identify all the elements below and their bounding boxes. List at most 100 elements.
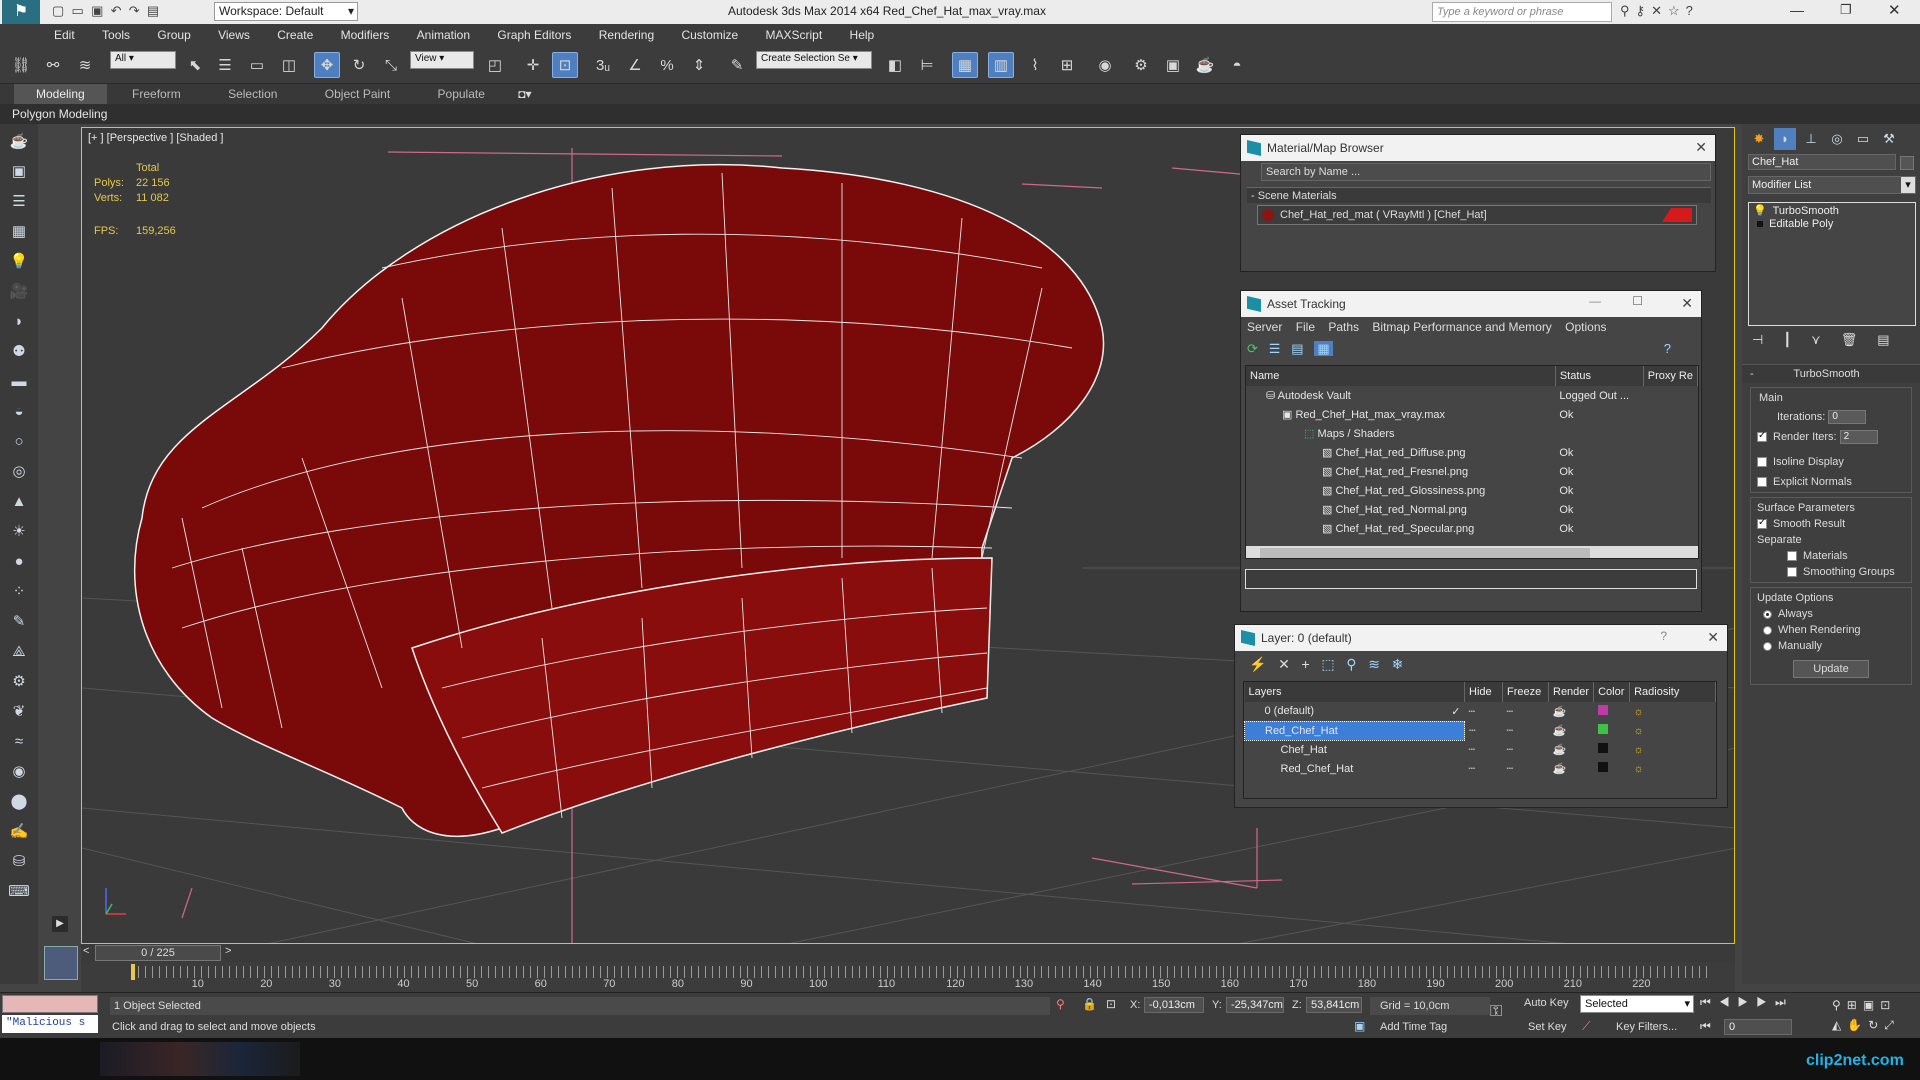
freeze-all-icon[interactable]: ❄ (1392, 656, 1404, 672)
restore-button[interactable]: ❐ (1840, 2, 1852, 18)
table-row[interactable]: ▧ Chef_Hat_red_Specular.png Ok (1246, 519, 1698, 538)
mini-curve-toggle[interactable] (44, 946, 78, 980)
curve-editor-icon[interactable]: ⌇ (1022, 52, 1048, 78)
menu-help[interactable]: Help (838, 24, 887, 46)
materials-checkbox[interactable] (1787, 551, 1797, 562)
hide-toggle[interactable]: ┄ (1465, 759, 1503, 778)
x-coordinate-field[interactable]: -0,013cm (1144, 997, 1204, 1013)
pin-stack-icon[interactable]: ⊣ (1752, 332, 1783, 347)
time-prev-button[interactable]: < (83, 945, 89, 957)
update-button[interactable]: Update (1793, 660, 1869, 678)
always-radio[interactable] (1763, 609, 1772, 619)
new-file-icon[interactable]: ▢ (52, 3, 64, 18)
script-icon[interactable]: ✍ (5, 818, 33, 844)
key-tangent-icon[interactable]: ⟋ (1582, 1019, 1590, 1034)
layer-color-swatch[interactable] (1597, 743, 1608, 753)
stack-item-editable-poly[interactable]: Editable Poly (1749, 217, 1915, 230)
binoculars-icon[interactable]: ⚲ (1620, 3, 1636, 18)
camera-icon[interactable]: 🎥 (5, 278, 33, 304)
viewport-label[interactable]: [+ ] [Perspective ] [Shaded ] (88, 132, 223, 144)
hair-icon[interactable]: ≈ (5, 728, 33, 754)
app-logo-icon[interactable]: ⚑ (2, 0, 40, 24)
absolute-mode-icon[interactable]: ⊡ (1106, 997, 1116, 1011)
current-frame-field[interactable]: 0 (1724, 1019, 1792, 1035)
reference-coordinate-dropdown[interactable]: View ▾ (410, 51, 474, 69)
field-of-view-icon[interactable]: ◭ (1832, 1018, 1847, 1032)
layer-row[interactable]: 0 (default) ✓ ┄ ┄ ☕ ☼ (1245, 702, 1716, 721)
time-slider[interactable]: < 0 / 225 > (81, 944, 1735, 962)
menu-customize[interactable]: Customize (669, 24, 750, 46)
radiosity-icon[interactable]: ☼ (1630, 740, 1716, 759)
show-end-result-icon[interactable]: ┃ (1783, 332, 1811, 347)
next-frame-icon[interactable]: ▶ (1756, 995, 1775, 1009)
key-icon[interactable]: ⚷ (1636, 3, 1652, 18)
when-rendering-radio[interactable] (1763, 625, 1772, 635)
delete-layer-icon[interactable]: ✕ (1278, 656, 1290, 672)
isolate-selection-icon[interactable]: ⚲ (1056, 997, 1065, 1011)
play-icon[interactable]: ▶ (1738, 995, 1757, 1009)
render-iters-checkbox[interactable] (1757, 430, 1767, 442)
explicit-normals-checkbox[interactable] (1757, 477, 1767, 488)
configure-modifier-icon[interactable]: ▤ (1877, 332, 1909, 347)
close-icon[interactable]: ✕ (1707, 629, 1719, 646)
light-icon[interactable]: 💡 (5, 248, 33, 274)
save-icon[interactable]: ▣ (91, 3, 103, 18)
minimize-icon[interactable]: — (1589, 294, 1601, 308)
sun-icon[interactable]: ☀ (5, 518, 33, 544)
hide-toggle[interactable]: ┄ (1465, 702, 1503, 721)
minimize-button[interactable]: — (1790, 2, 1804, 18)
bind-space-warp-icon[interactable]: ≋ (72, 52, 98, 78)
time-next-button[interactable]: > (225, 945, 231, 957)
render-teapot-icon[interactable]: ☕ (1549, 759, 1594, 778)
detail-view-icon[interactable]: ▤ (1291, 341, 1303, 356)
unlink-icon[interactable]: ⚯ (40, 52, 66, 78)
ball-icon[interactable]: ⬤ (5, 788, 33, 814)
menu-group[interactable]: Group (145, 24, 202, 46)
list-icon[interactable]: ☰ (5, 188, 33, 214)
hierarchy-tab-icon[interactable]: ⊥ (1800, 128, 1822, 150)
column-name[interactable]: Name (1246, 366, 1556, 386)
shell-icon[interactable]: ◉ (5, 758, 33, 784)
project-folder-icon[interactable]: ▤ (147, 3, 159, 18)
column-status[interactable]: Status (1555, 366, 1644, 386)
snaps-toggle-icon[interactable]: 3ᵤ (590, 52, 616, 78)
tab-populate[interactable]: Populate (416, 84, 507, 104)
refresh-icon[interactable]: ⟳ (1247, 341, 1258, 356)
menu-server[interactable]: Server (1247, 320, 1282, 334)
menu-create[interactable]: Create (265, 24, 325, 46)
tab-modeling[interactable]: Modeling (14, 84, 107, 104)
close-icon[interactable]: ✕ (1695, 139, 1707, 156)
hide-toggle[interactable]: ┄ (1465, 740, 1503, 759)
menu-tools[interactable]: Tools (90, 24, 142, 46)
maximize-icon[interactable]: ☐ (1632, 294, 1643, 308)
open-file-icon[interactable]: ▭ (72, 3, 84, 18)
smooth-result-checkbox[interactable] (1757, 517, 1767, 530)
utilities-tab-icon[interactable]: ⚒ (1878, 128, 1900, 150)
lock-selection-icon[interactable]: 🔒 (1082, 997, 1097, 1011)
time-tag-icon[interactable]: ▣ (1354, 1019, 1365, 1033)
column-radiosity[interactable]: Radiosity (1629, 682, 1716, 702)
mirror-icon[interactable]: ◧ (882, 52, 908, 78)
close-window-button[interactable]: ✕ (1888, 1, 1901, 19)
select-and-scale-icon[interactable]: ⤡ (378, 52, 404, 78)
maxscript-listener[interactable] (2, 995, 98, 1013)
highlight-layer-icon[interactable]: ⚲ (1346, 656, 1356, 672)
angle-snap-icon[interactable]: ∠ (622, 52, 648, 78)
auto-key-button[interactable]: Auto Key (1524, 997, 1569, 1009)
torus-icon[interactable]: ◎ (5, 458, 33, 484)
table-row[interactable]: ▣ Red_Chef_Hat_max_vray.max Ok (1246, 405, 1698, 424)
zoom-all-icon[interactable]: ⊞ (1847, 998, 1863, 1012)
render-setup-icon[interactable]: ⚙ (1128, 52, 1154, 78)
go-to-end-icon[interactable]: ⏭ (1775, 995, 1794, 1009)
select-and-move-icon[interactable]: ✥ (314, 52, 340, 78)
stack-item-turbosmooth[interactable]: 💡 TurboSmooth (1749, 203, 1915, 217)
key-mode-toggle-icon[interactable]: ⏮ (1700, 1019, 1711, 1034)
hemisphere-icon[interactable]: ◒ (5, 398, 33, 424)
help-icon[interactable]: ? (1664, 337, 1671, 361)
track-bar[interactable]: 10 20 30 40 50 60 70 80 90 100 110 120 130 140 150 160 1… (81, 962, 1735, 992)
layer-color-swatch[interactable] (1597, 705, 1608, 715)
select-and-rotate-icon[interactable]: ↻ (346, 52, 372, 78)
add-to-layer-icon[interactable]: + (1302, 656, 1310, 672)
pan-icon[interactable]: ✋ (1847, 1018, 1868, 1032)
set-key-mode-icon[interactable]: ⚿ (1490, 1003, 1502, 1021)
